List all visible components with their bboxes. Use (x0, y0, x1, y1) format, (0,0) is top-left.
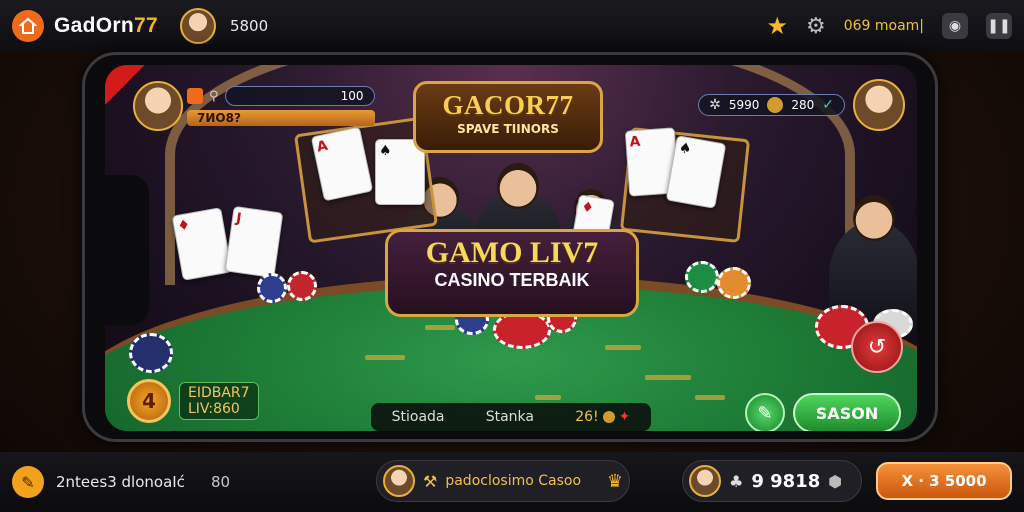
chip-icon (187, 88, 203, 104)
felt-marking (605, 345, 641, 350)
center-bar-right: 26! ✦ (575, 409, 630, 425)
player-left-chips: 100 (224, 86, 375, 106)
center-bar-value: 26! (575, 409, 599, 425)
diamond-icon: ✦ (618, 409, 631, 425)
spade-icon: ✲ (709, 97, 721, 113)
banner-subtitle: CASINO TERBAIK (434, 270, 590, 290)
felt-marking (695, 395, 725, 400)
player-right-value: 5990 (728, 98, 760, 112)
season-button[interactable]: SASON (793, 393, 901, 431)
game-screen: GadOrn77 5800 ★ ⚙ 069 moam| ◉ ❚❚ A ♠ ♦ J… (0, 0, 1024, 512)
avatar[interactable] (179, 8, 216, 44)
top-balance: 5800 (229, 17, 269, 35)
bottom-center-panel[interactable]: ⚒ padoclosimo Casoo ♛ (376, 460, 630, 502)
avatar (383, 465, 415, 497)
logo-subtitle: SPAVE TIINORS (457, 122, 559, 136)
avatar (689, 465, 721, 497)
edit-button[interactable]: ✎ (745, 393, 785, 431)
felt-marking (365, 355, 405, 360)
check-icon: ✓ (822, 97, 834, 113)
phone-screen: A ♠ ♦ J A ♠ ♦ GACOR77 SPAVE TIINORS GAMO… (105, 65, 917, 431)
coin-icon (602, 411, 615, 423)
bottom-score-panel[interactable]: ♣ 9 9818 ⬢ (682, 460, 862, 502)
player-right-info: ✲ 5990 280 ✓ (698, 94, 845, 116)
player-head (853, 195, 895, 241)
felt-marking (645, 375, 691, 380)
avatar[interactable] (853, 79, 905, 131)
chip-stack (129, 333, 173, 373)
chip-stack (717, 267, 751, 299)
felt-marking (425, 325, 455, 330)
center-bar-left: Stioada (391, 409, 445, 425)
player-right-hud: ✲ 5990 280 ✓ (698, 79, 905, 131)
bet-panel[interactable]: 4 EIDBAR7 LIV:860 (127, 379, 259, 423)
phone-notch (105, 175, 149, 325)
player-left-hud: ⚲ 100 7ИО8? (133, 81, 375, 131)
star-icon[interactable]: ★ (766, 12, 788, 40)
player-right-chips: 280 (791, 98, 815, 112)
home-button[interactable] (12, 10, 44, 42)
bet-info: EIDBAR7 LIV:860 (179, 382, 259, 420)
bet-title: EIDBAR7 (188, 385, 250, 401)
game-logo: GACOR77 SPAVE TIINORS (413, 81, 603, 153)
spade-icon: ♣ (729, 471, 744, 491)
card-rank: J (235, 210, 243, 227)
bottom-left-text: 2ntees3 dlonoaIć (56, 473, 185, 491)
player-left-label: 7ИО8? (187, 110, 375, 126)
shield-icon: ⬢ (828, 471, 843, 491)
pause-icon[interactable]: ❚❚ (986, 13, 1012, 39)
pencil-icon: ✎ (757, 402, 773, 424)
red-action-button[interactable]: ↺ (851, 321, 903, 373)
banner-title: GAMO LIV7 (425, 236, 599, 269)
center-bar-middle: Stanka (485, 409, 534, 425)
tool-icon: ⚒ (423, 471, 438, 491)
pencil-icon: ✎ (21, 472, 35, 492)
brand-logo: GadOrn77 (54, 14, 158, 38)
card-rank: A (629, 133, 641, 151)
card-rank: A (315, 137, 330, 156)
dealer-head (497, 163, 539, 209)
gear-icon[interactable]: ⚙ (806, 14, 826, 39)
bottom-center-label: padoclosimo Casoo (445, 473, 582, 489)
playing-card: J (224, 205, 284, 279)
home-icon (19, 17, 37, 34)
chip-stack (287, 271, 317, 301)
refresh-icon: ↺ (867, 334, 887, 360)
crown-icon: ♛ (606, 470, 623, 492)
chip-stack (257, 273, 287, 303)
key-icon: ⚲ (209, 88, 219, 104)
brand-suffix: 77 (133, 14, 158, 37)
logo-title: GACOR77 (442, 90, 574, 120)
bottom-left-number: 80 (210, 473, 231, 491)
player-left-info: ⚲ 100 7ИО8? (187, 86, 375, 126)
top-bar: GadOrn77 5800 ★ ⚙ 069 moam| ◉ ❚❚ (0, 0, 1024, 52)
chip-stack (685, 261, 719, 293)
center-status-bar: Stioada Stanka 26! ✦ (371, 403, 651, 431)
bottom-bar: ✎ 2ntees3 dlonoaIć 80 ⚒ padoclosimo Caso… (0, 452, 1024, 512)
bottom-action-button[interactable]: X · 3 5000 (876, 462, 1012, 500)
promo-banner: GAMO LIV7 CASINO TERBAIK (385, 229, 639, 317)
coin-icon: 4 (127, 379, 171, 423)
top-right-group: ★ ⚙ 069 moam| ◉ ❚❚ (766, 12, 1012, 40)
gamepad-icon[interactable]: ◉ (942, 13, 968, 39)
brand-prefix: GadOrn (54, 14, 134, 37)
felt-marking (535, 395, 561, 400)
player-left-top: ⚲ 100 (187, 86, 375, 106)
phone-frame: A ♠ ♦ J A ♠ ♦ GACOR77 SPAVE TIINORS GAMO… (82, 52, 938, 442)
bottom-score: 9 9818 (751, 470, 821, 492)
avatar[interactable] (133, 81, 183, 131)
bet-level: LIV:860 (188, 401, 240, 417)
edit-button[interactable]: ✎ (12, 466, 44, 498)
top-stats: 069 moam| (843, 18, 924, 34)
coin-icon (767, 97, 784, 113)
